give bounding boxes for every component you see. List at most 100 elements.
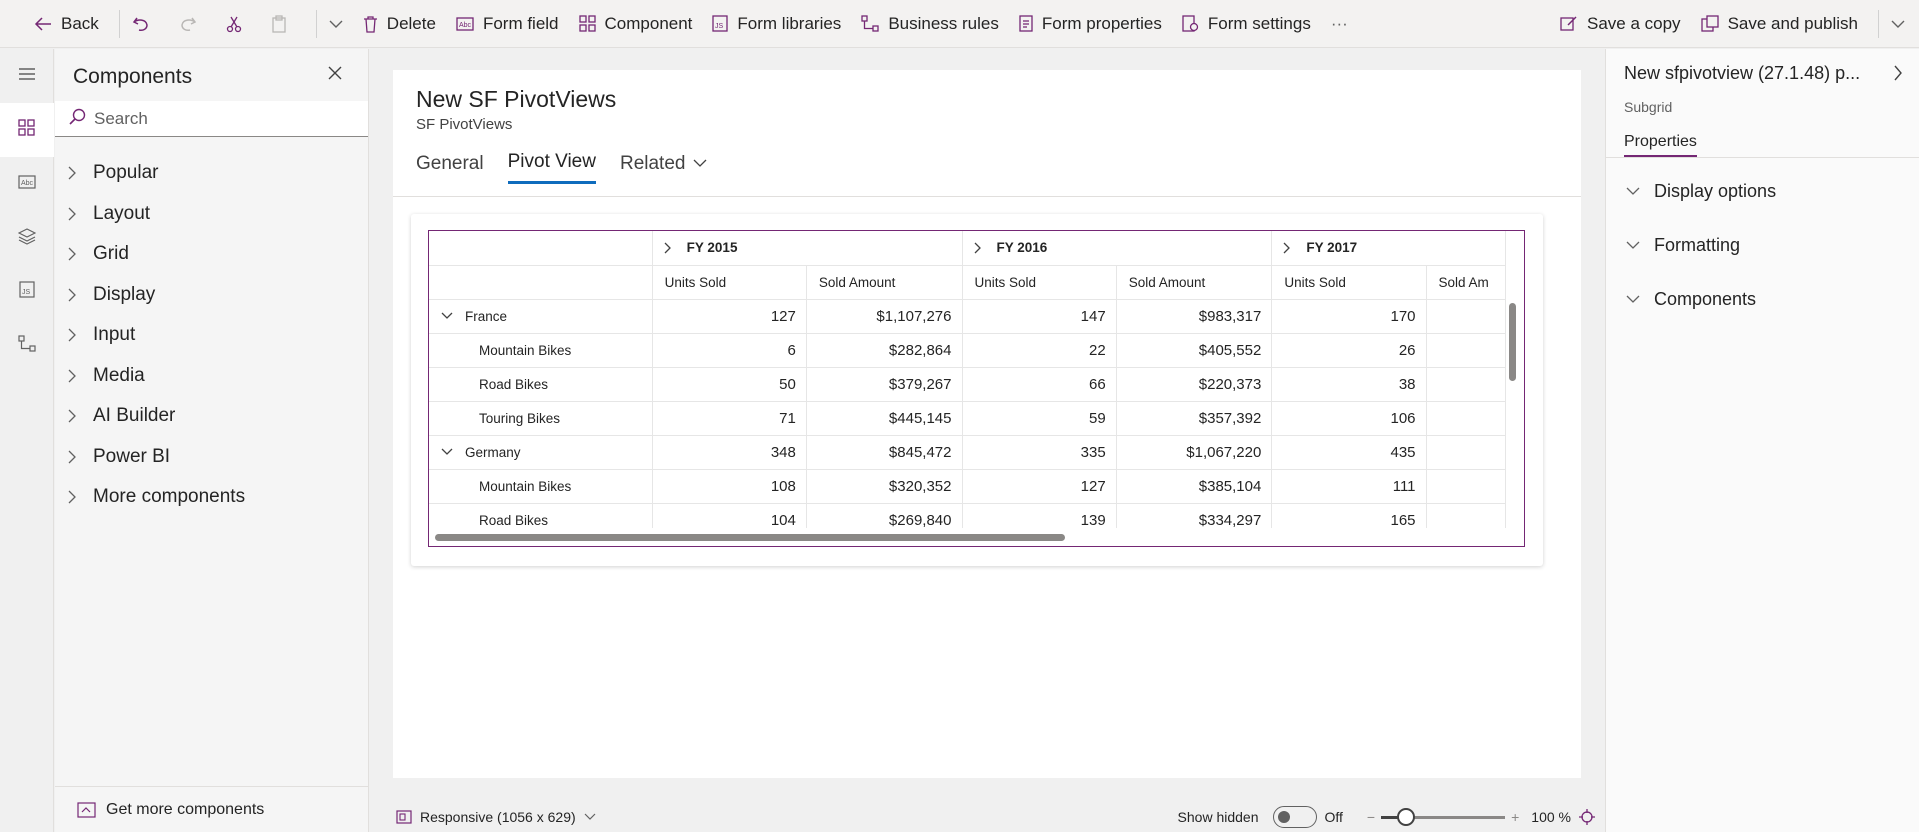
section-display-options[interactable]: Display options [1626,181,1776,202]
zoom-out-button[interactable]: − [1367,809,1375,825]
measure-header[interactable]: Sold Amount [806,265,963,300]
more-dropdown-button[interactable] [323,8,349,40]
rail-components-button[interactable] [0,103,54,157]
value-cell: 50 [652,367,807,402]
pivot-row: Mountain Bikes 6 $282,864 22 $405,552 26 [429,333,1506,368]
section-label: Display options [1654,181,1777,201]
row-header-cell[interactable]: France [429,299,653,334]
row-header-cell[interactable]: Germany [429,435,653,470]
chevron-down-icon[interactable] [441,312,465,320]
value-cell: 348 [652,435,807,470]
show-hidden-label: Show hidden [1177,808,1259,825]
chevron-right-icon [67,288,87,302]
command-bar: Back Delete Abc Form field Component JS … [0,0,1919,48]
category-power-bi[interactable]: Power BI [55,437,368,478]
save-copy-button[interactable]: Save a copy [1554,8,1687,40]
value-cell: $379,267 [806,367,963,402]
redo-icon [179,15,197,33]
chevron-down-icon[interactable] [441,448,465,456]
measure-header[interactable]: Sold Am [1426,265,1506,300]
form-libraries-button[interactable]: JS Form libraries [706,8,847,40]
pivot-view-component[interactable]: FY 2015 FY 2016 FY 2017 Units Sold Sold … [428,230,1525,547]
column-header-fy2015[interactable]: FY 2015 [652,231,963,266]
delete-button[interactable]: Delete [357,8,442,40]
vertical-scrollbar[interactable] [1509,303,1516,381]
category-more-components[interactable]: More components [55,477,368,518]
rail-libraries-button[interactable]: JS [0,265,54,319]
value-cell: 127 [652,299,807,334]
section-components[interactable]: Components [1626,289,1756,310]
overflow-button[interactable]: ··· [1325,8,1354,40]
zoom-in-button[interactable]: + [1511,809,1519,825]
value-cell: 108 [652,469,807,504]
back-button[interactable]: Back [28,8,105,40]
fit-to-screen-icon[interactable] [1579,808,1595,825]
form-libraries-label: Form libraries [737,13,842,33]
category-media[interactable]: Media [55,356,368,397]
row-label: Road Bikes [479,512,549,528]
close-icon[interactable] [327,65,343,86]
column-header-fy2017[interactable]: FY 2017 [1271,231,1506,266]
measure-header[interactable]: Sold Amount [1116,265,1273,300]
search-input[interactable]: Search [55,101,368,137]
form-properties-button[interactable]: Form properties [1013,8,1168,40]
cut-button[interactable] [220,8,257,40]
value-cell: 435 [1271,435,1427,470]
tab-properties[interactable]: Properties [1624,133,1697,158]
tab-label: General [416,152,484,174]
chevron-right-icon[interactable] [1893,65,1903,86]
svg-text:JS: JS [22,289,31,296]
save-dropdown-button[interactable] [1885,8,1911,40]
tab-general[interactable]: General [416,151,484,184]
redo-button[interactable] [173,8,212,40]
row-label: Touring Bikes [479,410,561,426]
slider-thumb[interactable] [1396,807,1415,826]
rail-fields-button[interactable]: Abc [0,157,54,211]
component-button[interactable]: Component [573,8,699,40]
zoom-slider[interactable] [1381,807,1506,827]
horizontal-scrollbar[interactable] [435,534,1065,541]
undo-button[interactable] [126,8,165,40]
category-grid[interactable]: Grid [55,234,368,275]
row-label: Mountain Bikes [479,478,572,494]
column-header-fy2016[interactable]: FY 2016 [962,231,1273,266]
value-cell: 165 [1271,503,1427,528]
save-publish-button[interactable]: Save and publish [1695,8,1864,40]
paste-button[interactable] [265,8,302,40]
rail-rules-button[interactable] [0,319,54,373]
category-layout[interactable]: Layout [55,194,368,235]
component-label: Component [604,13,693,33]
category-display[interactable]: Display [55,275,368,316]
business-rules-button[interactable]: Business rules [855,8,1005,40]
pivot-group-row: Germany 348 $845,472 335 $1,067,220 435 [429,435,1506,470]
rail-tree-button[interactable] [0,211,54,265]
row-label: France [465,308,508,324]
measure-header[interactable]: Units Sold [1271,265,1427,300]
form-tabs: General Pivot View Related [416,151,1558,184]
category-popular[interactable]: Popular [55,153,368,194]
responsive-dropdown[interactable]: Responsive (1056 x 629) [396,809,596,825]
value-cell: 26 [1271,333,1427,368]
save-copy-icon [1560,15,1578,32]
measure-header[interactable]: Units Sold [962,265,1117,300]
category-ai-builder[interactable]: AI Builder [55,396,368,437]
form-field-button[interactable]: Abc Form field [450,8,565,40]
hamburger-button[interactable] [0,49,54,103]
category-input[interactable]: Input [55,315,368,356]
tab-pivot-view[interactable]: Pivot View [507,151,596,184]
get-more-components-button[interactable]: Get more components [55,786,368,832]
pivot-row: Road Bikes 104 $269,840 139 $334,297 165 [429,503,1506,528]
show-hidden-toggle[interactable] [1272,805,1317,828]
store-icon [77,801,96,818]
value-cell: 127 [962,469,1117,504]
section-formatting[interactable]: Formatting [1626,235,1740,256]
value-cell: 22 [962,333,1117,368]
value-cell: 38 [1271,367,1427,402]
chevron-right-icon [973,242,997,254]
form-settings-button[interactable]: Form settings [1176,8,1317,40]
tab-related[interactable]: Related [620,151,708,184]
measure-header[interactable]: Units Sold [652,265,807,300]
row-label: Road Bikes [479,376,549,392]
chevron-down-icon [1626,187,1640,196]
row-label: Germany [465,444,521,460]
